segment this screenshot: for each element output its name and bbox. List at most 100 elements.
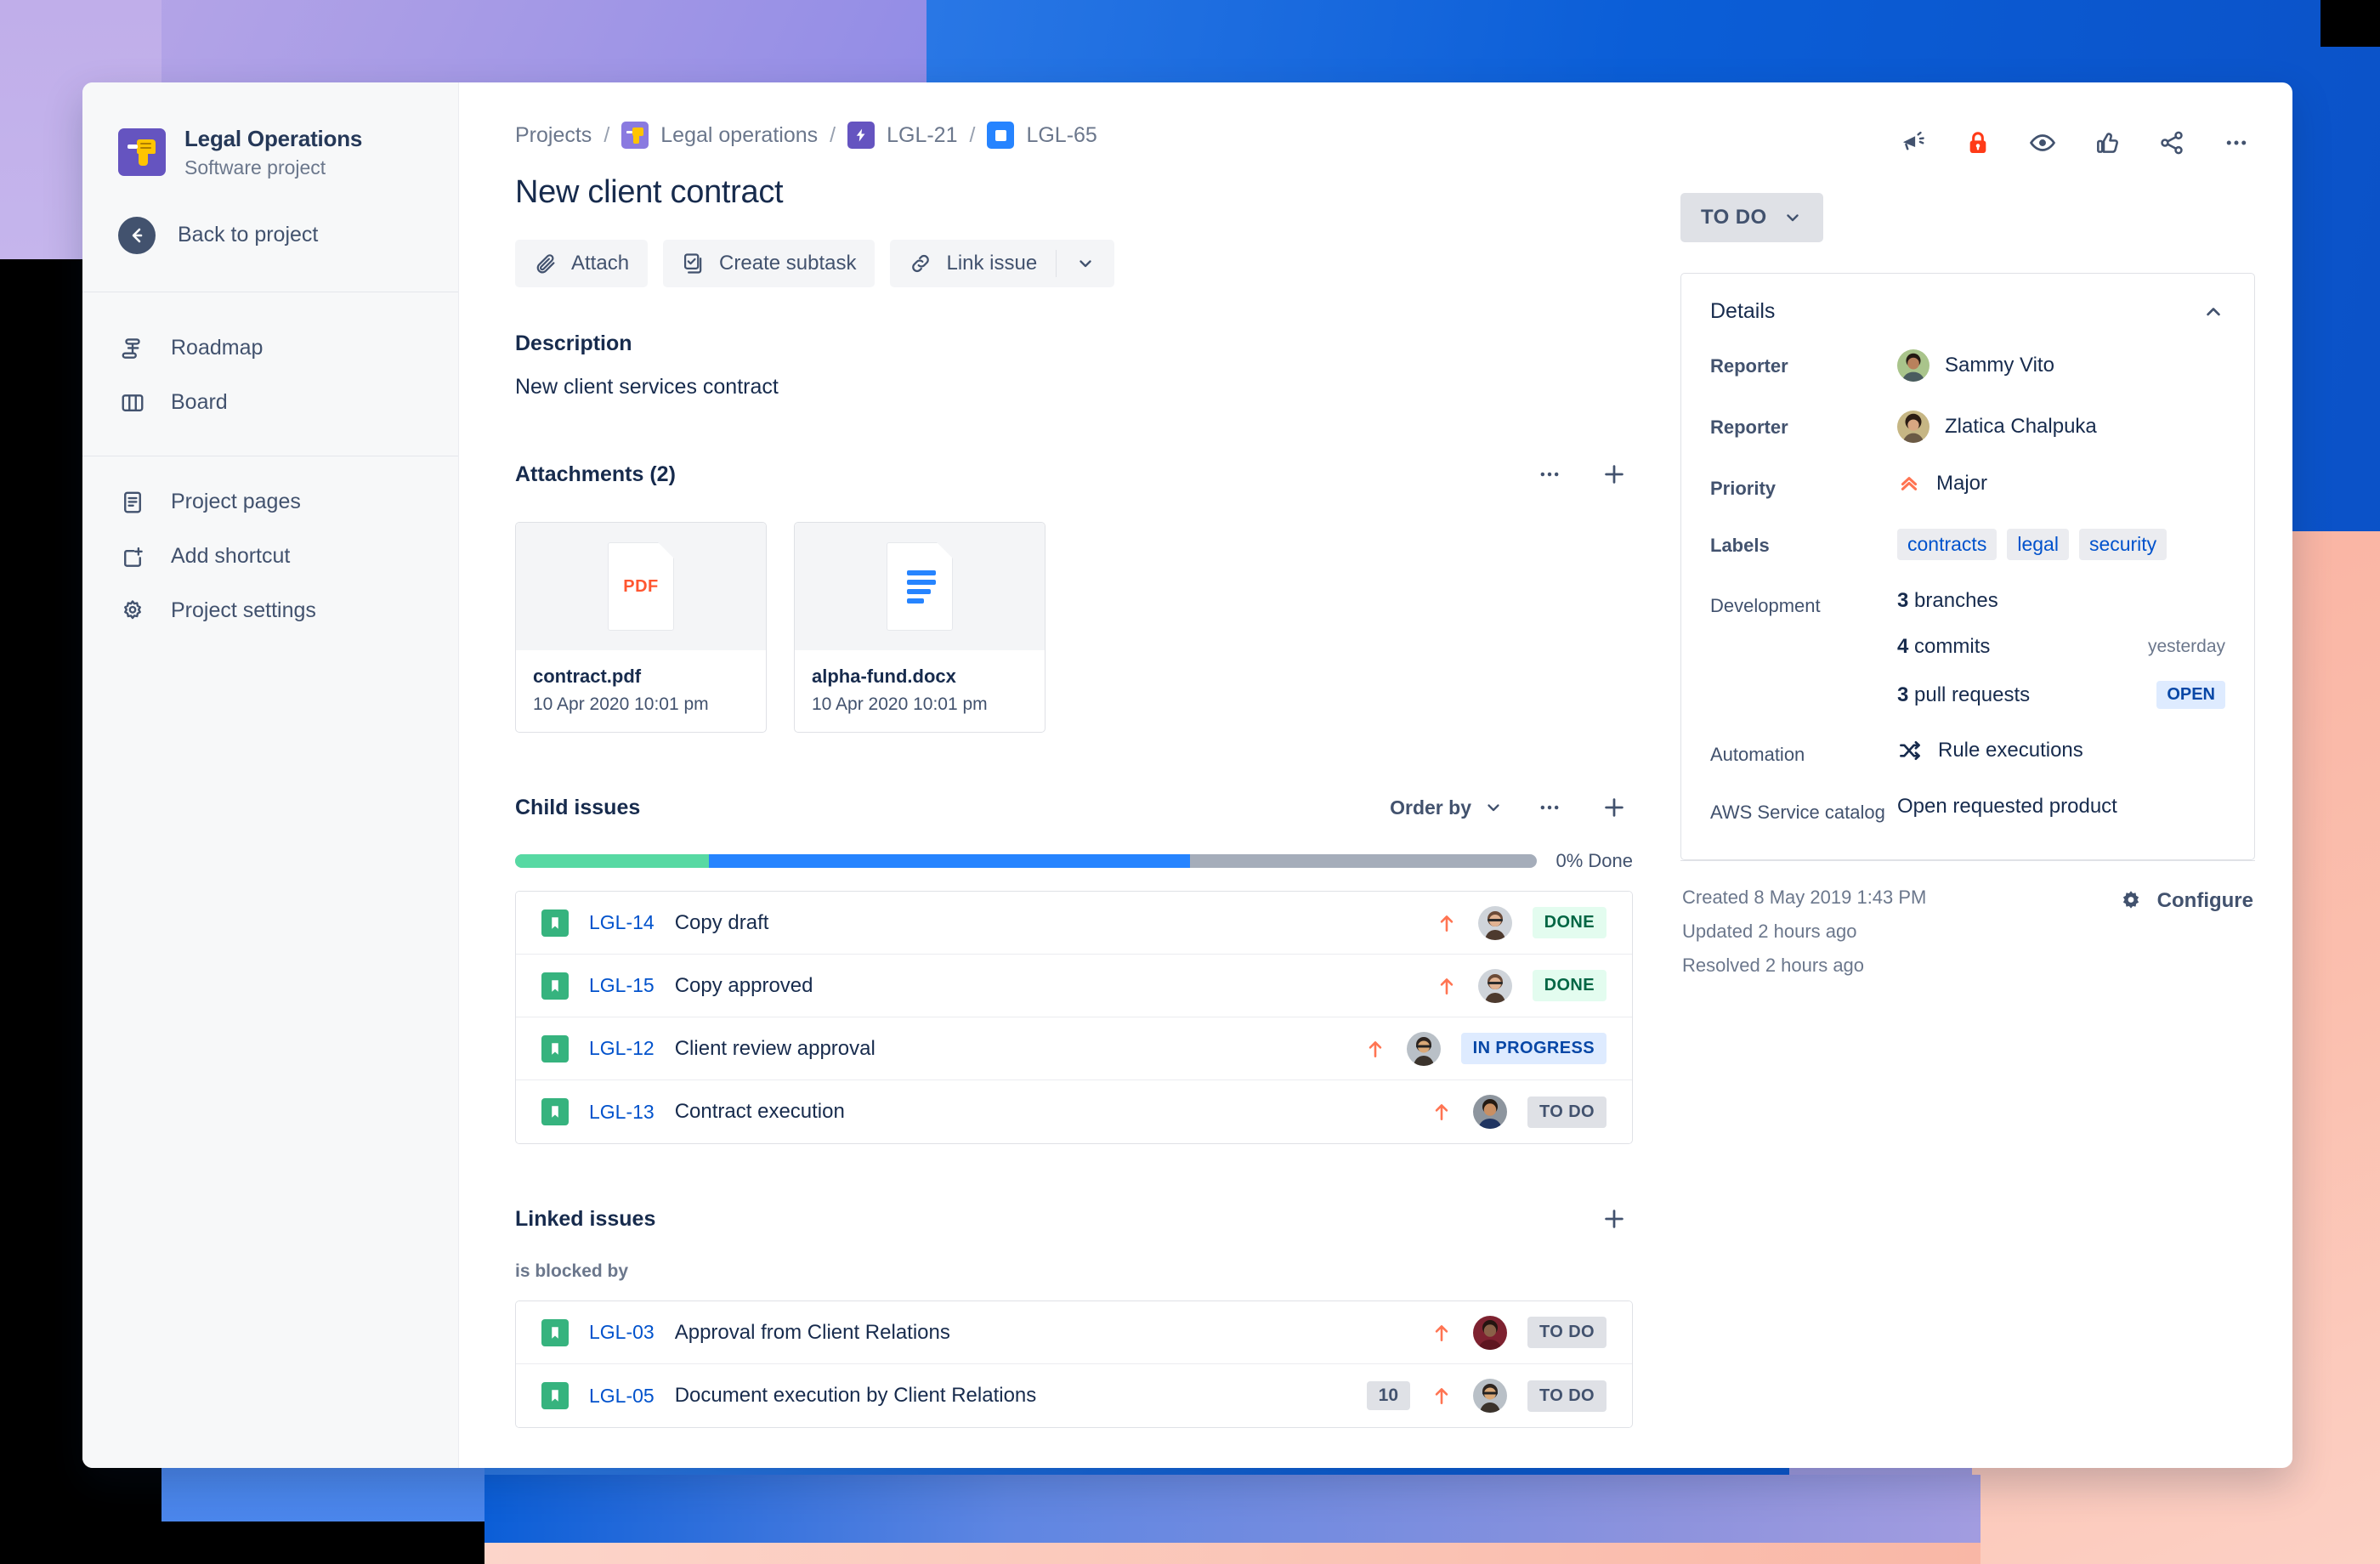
- sidebar-item-roadmap[interactable]: Roadmap: [82, 321, 458, 376]
- lock-icon[interactable]: [1959, 124, 1997, 162]
- breadcrumb-project[interactable]: Legal operations: [660, 123, 818, 148]
- issue-key[interactable]: LGL-14: [589, 911, 654, 934]
- field-automation: Automation Rule executions: [1710, 738, 2225, 766]
- priority-value: Major: [1936, 472, 1988, 495]
- details-title: Details: [1710, 299, 1776, 323]
- back-arrow-icon: [118, 216, 156, 254]
- description-body[interactable]: New client services contract: [515, 375, 1633, 400]
- status-dropdown[interactable]: TO DO: [1680, 193, 1823, 242]
- issue-key[interactable]: LGL-05: [589, 1385, 654, 1408]
- project-header[interactable]: Legal Operations Software project: [82, 125, 458, 179]
- sidebar-item-add-shortcut[interactable]: Add shortcut: [82, 530, 458, 584]
- sidebar-item-project-pages[interactable]: Project pages: [82, 475, 458, 530]
- share-icon[interactable]: [2153, 124, 2190, 162]
- pdf-file-icon: PDF: [608, 542, 674, 631]
- background-black-corner-bottom: [162, 1522, 484, 1564]
- more-icon[interactable]: [2218, 124, 2255, 162]
- child-issues-add-button[interactable]: [1595, 789, 1633, 826]
- branches-link[interactable]: 3 branches: [1897, 589, 1998, 613]
- issue-key[interactable]: LGL-15: [589, 974, 654, 997]
- label-chip[interactable]: legal: [2007, 529, 2069, 560]
- link-issue-dropdown-button[interactable]: [1057, 240, 1114, 287]
- avatar[interactable]: [1406, 1031, 1441, 1066]
- status-badge[interactable]: TO DO: [1527, 1317, 1606, 1348]
- field-value[interactable]: Open requested product: [1897, 795, 2225, 819]
- field-value[interactable]: Sammy Vito: [1897, 349, 2225, 382]
- table-row[interactable]: LGL-03 Approval from Client Relations TO…: [516, 1301, 1632, 1364]
- issue-key[interactable]: LGL-03: [589, 1321, 654, 1344]
- attachment-name: contract.pdf: [533, 666, 642, 687]
- order-by-label: Order by: [1390, 796, 1471, 819]
- attachments-add-button[interactable]: [1595, 456, 1633, 493]
- sidebar-item-label: Project settings: [171, 598, 316, 622]
- issue-key[interactable]: LGL-13: [589, 1101, 654, 1124]
- commits-label: commits: [1908, 635, 1991, 658]
- attachment-card[interactable]: PDF contract.pdf 10 Apr 2020 10:01 pm: [515, 522, 767, 733]
- avatar: [1897, 411, 1930, 443]
- field-label: Automation: [1710, 744, 1805, 765]
- create-subtask-button[interactable]: Create subtask: [663, 240, 876, 287]
- attachment-card[interactable]: alpha-fund.docx 10 Apr 2020 10:01 pm: [794, 522, 1046, 733]
- child-issues-more-button[interactable]: [1531, 789, 1568, 826]
- sidebar-item-board[interactable]: Board: [82, 376, 458, 430]
- description-section: Description New client services contract: [515, 332, 1633, 400]
- table-row[interactable]: LGL-14 Copy draft DONE: [516, 892, 1632, 955]
- order-by-button[interactable]: Order by: [1390, 796, 1504, 819]
- priority-up-icon: [1431, 1322, 1453, 1344]
- field-value[interactable]: Zlatica Chalpuka: [1897, 411, 2225, 443]
- table-row[interactable]: LGL-15 Copy approved DONE: [516, 955, 1632, 1017]
- story-icon: [541, 1034, 569, 1062]
- eye-icon[interactable]: [2024, 124, 2061, 162]
- avatar[interactable]: [1473, 1095, 1508, 1129]
- status-badge[interactable]: IN PROGRESS: [1460, 1033, 1606, 1064]
- link-issue-button[interactable]: Link issue: [890, 240, 1056, 287]
- field-value[interactable]: Rule executions: [1897, 738, 2225, 763]
- issue-key[interactable]: LGL-12: [589, 1037, 654, 1060]
- attachment-date: 10 Apr 2020 10:01 pm: [812, 694, 988, 714]
- attachment-kind-tag: PDF: [623, 576, 659, 596]
- status-badge[interactable]: DONE: [1532, 907, 1606, 938]
- avatar[interactable]: [1477, 905, 1512, 940]
- avatar[interactable]: [1473, 1315, 1508, 1350]
- breadcrumb-issue[interactable]: LGL-65: [1026, 123, 1096, 148]
- configure-button[interactable]: Configure: [2118, 887, 2253, 915]
- reporter-name: Sammy Vito: [1945, 354, 2054, 377]
- avatar[interactable]: [1477, 968, 1512, 1003]
- branches-count: 3: [1897, 589, 1909, 612]
- table-row[interactable]: LGL-13 Contract execution TO DO: [516, 1080, 1632, 1143]
- roadmap-icon: [118, 334, 147, 363]
- megaphone-icon[interactable]: [1895, 124, 1932, 162]
- label-chip[interactable]: security: [2078, 529, 2168, 560]
- sidebar-item-project-settings[interactable]: Project settings: [82, 584, 458, 638]
- issue-timestamps: Created 8 May 2019 1:43 PM Updated 2 hou…: [1682, 887, 1926, 989]
- chevron-down-icon: [1075, 253, 1096, 274]
- avatar[interactable]: [1473, 1379, 1508, 1413]
- status-badge[interactable]: DONE: [1532, 970, 1606, 1001]
- attach-button[interactable]: Attach: [515, 240, 649, 287]
- back-to-project-button[interactable]: Back to project: [82, 179, 458, 254]
- status-badge[interactable]: TO DO: [1527, 1380, 1606, 1412]
- breadcrumb-projects[interactable]: Projects: [515, 123, 592, 148]
- pull-requests-count: 3: [1897, 683, 1909, 706]
- status-badge[interactable]: TO DO: [1527, 1096, 1606, 1128]
- pull-requests-link[interactable]: 3 pull requests: [1897, 683, 2030, 707]
- chevron-up-icon[interactable]: [2202, 300, 2225, 324]
- attachments-more-button[interactable]: [1531, 456, 1568, 493]
- table-row[interactable]: LGL-05 Document execution by Client Rela…: [516, 1364, 1632, 1427]
- field-development: Development 3 branches 4 commits yesterd…: [1710, 589, 2225, 709]
- board-icon: [118, 388, 147, 417]
- commits-link[interactable]: 4 commits: [1897, 635, 1990, 659]
- epic-icon: [847, 122, 876, 149]
- details-panel-header[interactable]: Details: [1681, 274, 2254, 346]
- linked-issues-add-button[interactable]: [1595, 1200, 1633, 1238]
- thumbs-up-icon[interactable]: [2088, 124, 2126, 162]
- story-points-badge: 10: [1366, 1381, 1411, 1410]
- sidebar-nav: Roadmap Board Project pages Add shortcut…: [82, 292, 458, 638]
- project-avatar-icon: [118, 128, 166, 176]
- field-value[interactable]: Major: [1897, 472, 2225, 496]
- resolved-timestamp: Resolved 2 hours ago: [1682, 954, 1865, 976]
- table-row[interactable]: LGL-12 Client review approval IN PROGRES…: [516, 1017, 1632, 1080]
- label-chip[interactable]: contracts: [1897, 529, 1998, 560]
- issue-summary: Copy approved: [674, 973, 813, 997]
- breadcrumb-epic[interactable]: LGL-21: [887, 123, 957, 148]
